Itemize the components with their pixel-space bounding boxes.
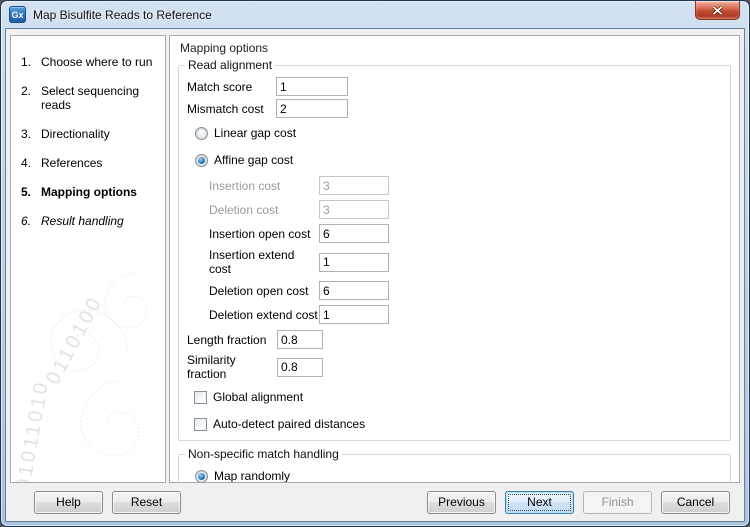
auto-detect-paired-distances-checkbox[interactable]: Auto-detect paired distances	[194, 417, 722, 431]
read-alignment-group-title: Read alignment	[185, 58, 275, 72]
insertion-open-cost-label: Insertion open cost	[209, 227, 319, 241]
sidebar-item-references: 4. References	[11, 148, 165, 177]
insertion-extend-cost-input[interactable]	[319, 253, 389, 272]
sidebar-item-mapping-options-current: 5. Mapping options	[11, 177, 165, 206]
deletion-cost-input	[319, 200, 389, 219]
wizard-steps-sidebar: 1. Choose where to run 2. Select sequenc…	[10, 35, 166, 483]
deletion-extend-cost-label: Deletion extend cost	[209, 308, 319, 322]
step-label: Select sequencing reads	[41, 84, 163, 112]
reset-button[interactable]: Reset	[112, 491, 181, 514]
length-fraction-input[interactable]	[277, 330, 323, 349]
insertion-cost-label: Insertion cost	[209, 179, 319, 193]
mismatch-cost-input[interactable]	[276, 99, 348, 118]
dialog-window: Gx Map Bisulfite Reads to Reference 1. C…	[0, 0, 750, 527]
page-title: Mapping options	[178, 39, 731, 58]
linear-gap-cost-radio[interactable]: Linear gap cost	[195, 126, 722, 140]
help-button[interactable]: Help	[34, 491, 103, 514]
step-label: References	[41, 156, 102, 170]
similarity-fraction-input[interactable]	[277, 358, 323, 377]
finish-button: Finish	[583, 491, 652, 514]
checkbox-icon[interactable]	[194, 391, 207, 404]
read-alignment-group: Read alignment Match score Mismatch cost…	[178, 58, 731, 441]
global-alignment-checkbox[interactable]: Global alignment	[194, 390, 722, 404]
step-label: Choose where to run	[41, 55, 152, 69]
deletion-open-cost-label: Deletion open cost	[209, 284, 319, 298]
sidebar-item-result-handling: 6. Result handling	[11, 206, 165, 235]
sidebar-item-choose-where-to-run: 1. Choose where to run	[11, 47, 165, 76]
button-bar: Help Reset Previous Next Finish Cancel	[6, 485, 744, 521]
insertion-open-cost-input[interactable]	[319, 224, 389, 243]
sidebar-item-directionality: 3. Directionality	[11, 119, 165, 148]
mismatch-cost-label: Mismatch cost	[187, 102, 276, 116]
app-icon: Gx	[9, 6, 26, 23]
previous-button[interactable]: Previous	[427, 491, 496, 514]
next-button[interactable]: Next	[505, 491, 574, 514]
insertion-extend-cost-label: Insertion extend cost	[209, 248, 319, 276]
title-bar[interactable]: Gx Map Bisulfite Reads to Reference	[1, 1, 749, 28]
affine-gap-cost-label: Affine gap cost	[214, 153, 293, 167]
dialog-body: 1. Choose where to run 2. Select sequenc…	[5, 28, 745, 522]
deletion-cost-label: Deletion cost	[209, 203, 319, 217]
similarity-fraction-label: Similarity fraction	[187, 353, 277, 381]
radio-selected-icon[interactable]	[195, 154, 208, 167]
match-score-input[interactable]	[276, 77, 348, 96]
global-alignment-label: Global alignment	[213, 390, 303, 404]
match-score-label: Match score	[187, 80, 276, 94]
radio-icon[interactable]	[195, 127, 208, 140]
non-specific-match-handling-group: Non-specific match handling Map randomly…	[178, 447, 731, 483]
close-icon	[712, 6, 723, 15]
deletion-open-cost-input[interactable]	[319, 281, 389, 300]
step-label: Directionality	[41, 127, 110, 141]
decorative-watermark: 0110100 01011010	[11, 266, 166, 483]
insertion-cost-input	[319, 176, 389, 195]
non-specific-group-title: Non-specific match handling	[185, 447, 342, 461]
auto-detect-paired-distances-label: Auto-detect paired distances	[213, 417, 365, 431]
checkbox-icon[interactable]	[194, 418, 207, 431]
mapping-options-panel: Mapping options Read alignment Match sco…	[169, 35, 740, 483]
step-label: Mapping options	[41, 185, 137, 199]
radio-selected-icon[interactable]	[195, 470, 208, 483]
svg-text:01011010: 01011010	[12, 378, 53, 483]
map-randomly-radio[interactable]: Map randomly	[195, 469, 722, 483]
map-randomly-label: Map randomly	[214, 469, 290, 483]
svg-text:0110100: 0110100	[42, 292, 107, 388]
cancel-button[interactable]: Cancel	[661, 491, 730, 514]
deletion-extend-cost-input[interactable]	[319, 305, 389, 324]
window-title: Map Bisulfite Reads to Reference	[33, 8, 212, 22]
sidebar-item-select-sequencing-reads: 2. Select sequencing reads	[11, 76, 165, 119]
affine-gap-cost-radio[interactable]: Affine gap cost	[195, 153, 722, 167]
step-label: Result handling	[41, 214, 124, 228]
length-fraction-label: Length fraction	[187, 333, 277, 347]
close-button[interactable]	[695, 1, 740, 20]
linear-gap-cost-label: Linear gap cost	[214, 126, 296, 140]
